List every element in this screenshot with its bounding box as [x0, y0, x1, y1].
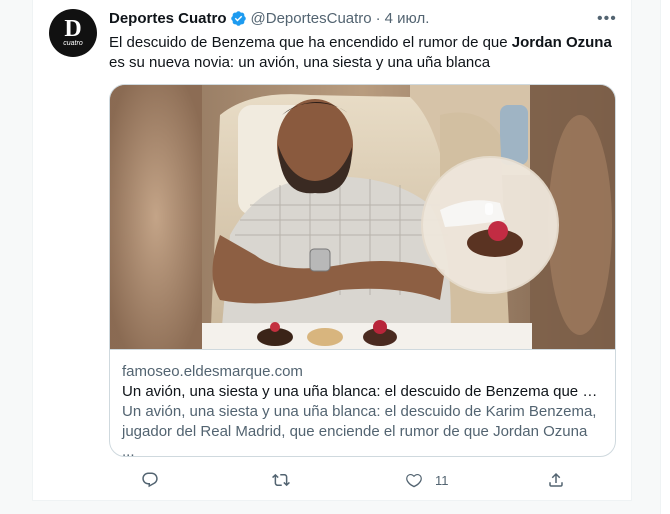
tweet-text-mention[interactable]: Jordan Ozuna — [512, 34, 612, 51]
tweet-text-part2: es su nueva novia: un avión, una siesta … — [109, 54, 491, 71]
side-column-edge — [660, 0, 670, 514]
avatar-logo-letter: D — [64, 16, 82, 42]
like-button[interactable]: 11 — [405, 466, 449, 494]
share-button[interactable] — [547, 466, 565, 494]
share-icon — [549, 472, 563, 487]
author-handle[interactable]: @DeportesCuatro — [251, 10, 372, 27]
more-icon[interactable]: ••• — [597, 10, 617, 27]
avatar-logo-sub: cuatro — [63, 40, 83, 47]
tweet-date[interactable]: 4 июл. — [385, 10, 430, 27]
tweet-actions: 11 — [109, 466, 619, 494]
link-card[interactable]: famoseo.eldesmarque.com Un avión, una si… — [109, 84, 616, 457]
retweet-button[interactable] — [272, 466, 302, 494]
card-text: famoseo.eldesmarque.com Un avión, una si… — [110, 349, 615, 457]
separator-dot: · — [375, 10, 381, 27]
card-image[interactable] — [110, 85, 615, 349]
tweet-text-part1: El descuido de Benzema que ha encendido … — [109, 34, 512, 51]
avatar[interactable]: D cuatro — [49, 9, 97, 57]
author-name[interactable]: Deportes Cuatro — [109, 10, 227, 27]
like-icon — [406, 473, 422, 488]
tweet[interactable]: D cuatro Deportes Cuatro @DeportesCuatro… — [32, 0, 632, 501]
tweet-header: Deportes Cuatro @DeportesCuatro · 4 июл. — [109, 10, 429, 27]
like-count: 11 — [435, 472, 449, 488]
tweet-text: El descuido de Benzema que ha encendido … — [109, 33, 619, 73]
card-domain: famoseo.eldesmarque.com — [122, 363, 303, 380]
retweet-icon — [272, 473, 290, 487]
verified-badge-icon — [230, 11, 246, 26]
reply-button[interactable] — [141, 466, 171, 494]
reply-icon — [142, 472, 158, 488]
card-description: Un avión, una siesta y una uña blanca: e… — [122, 403, 597, 457]
card-title[interactable]: Un avión, una siesta y una uña blanca: e… — [122, 382, 603, 402]
